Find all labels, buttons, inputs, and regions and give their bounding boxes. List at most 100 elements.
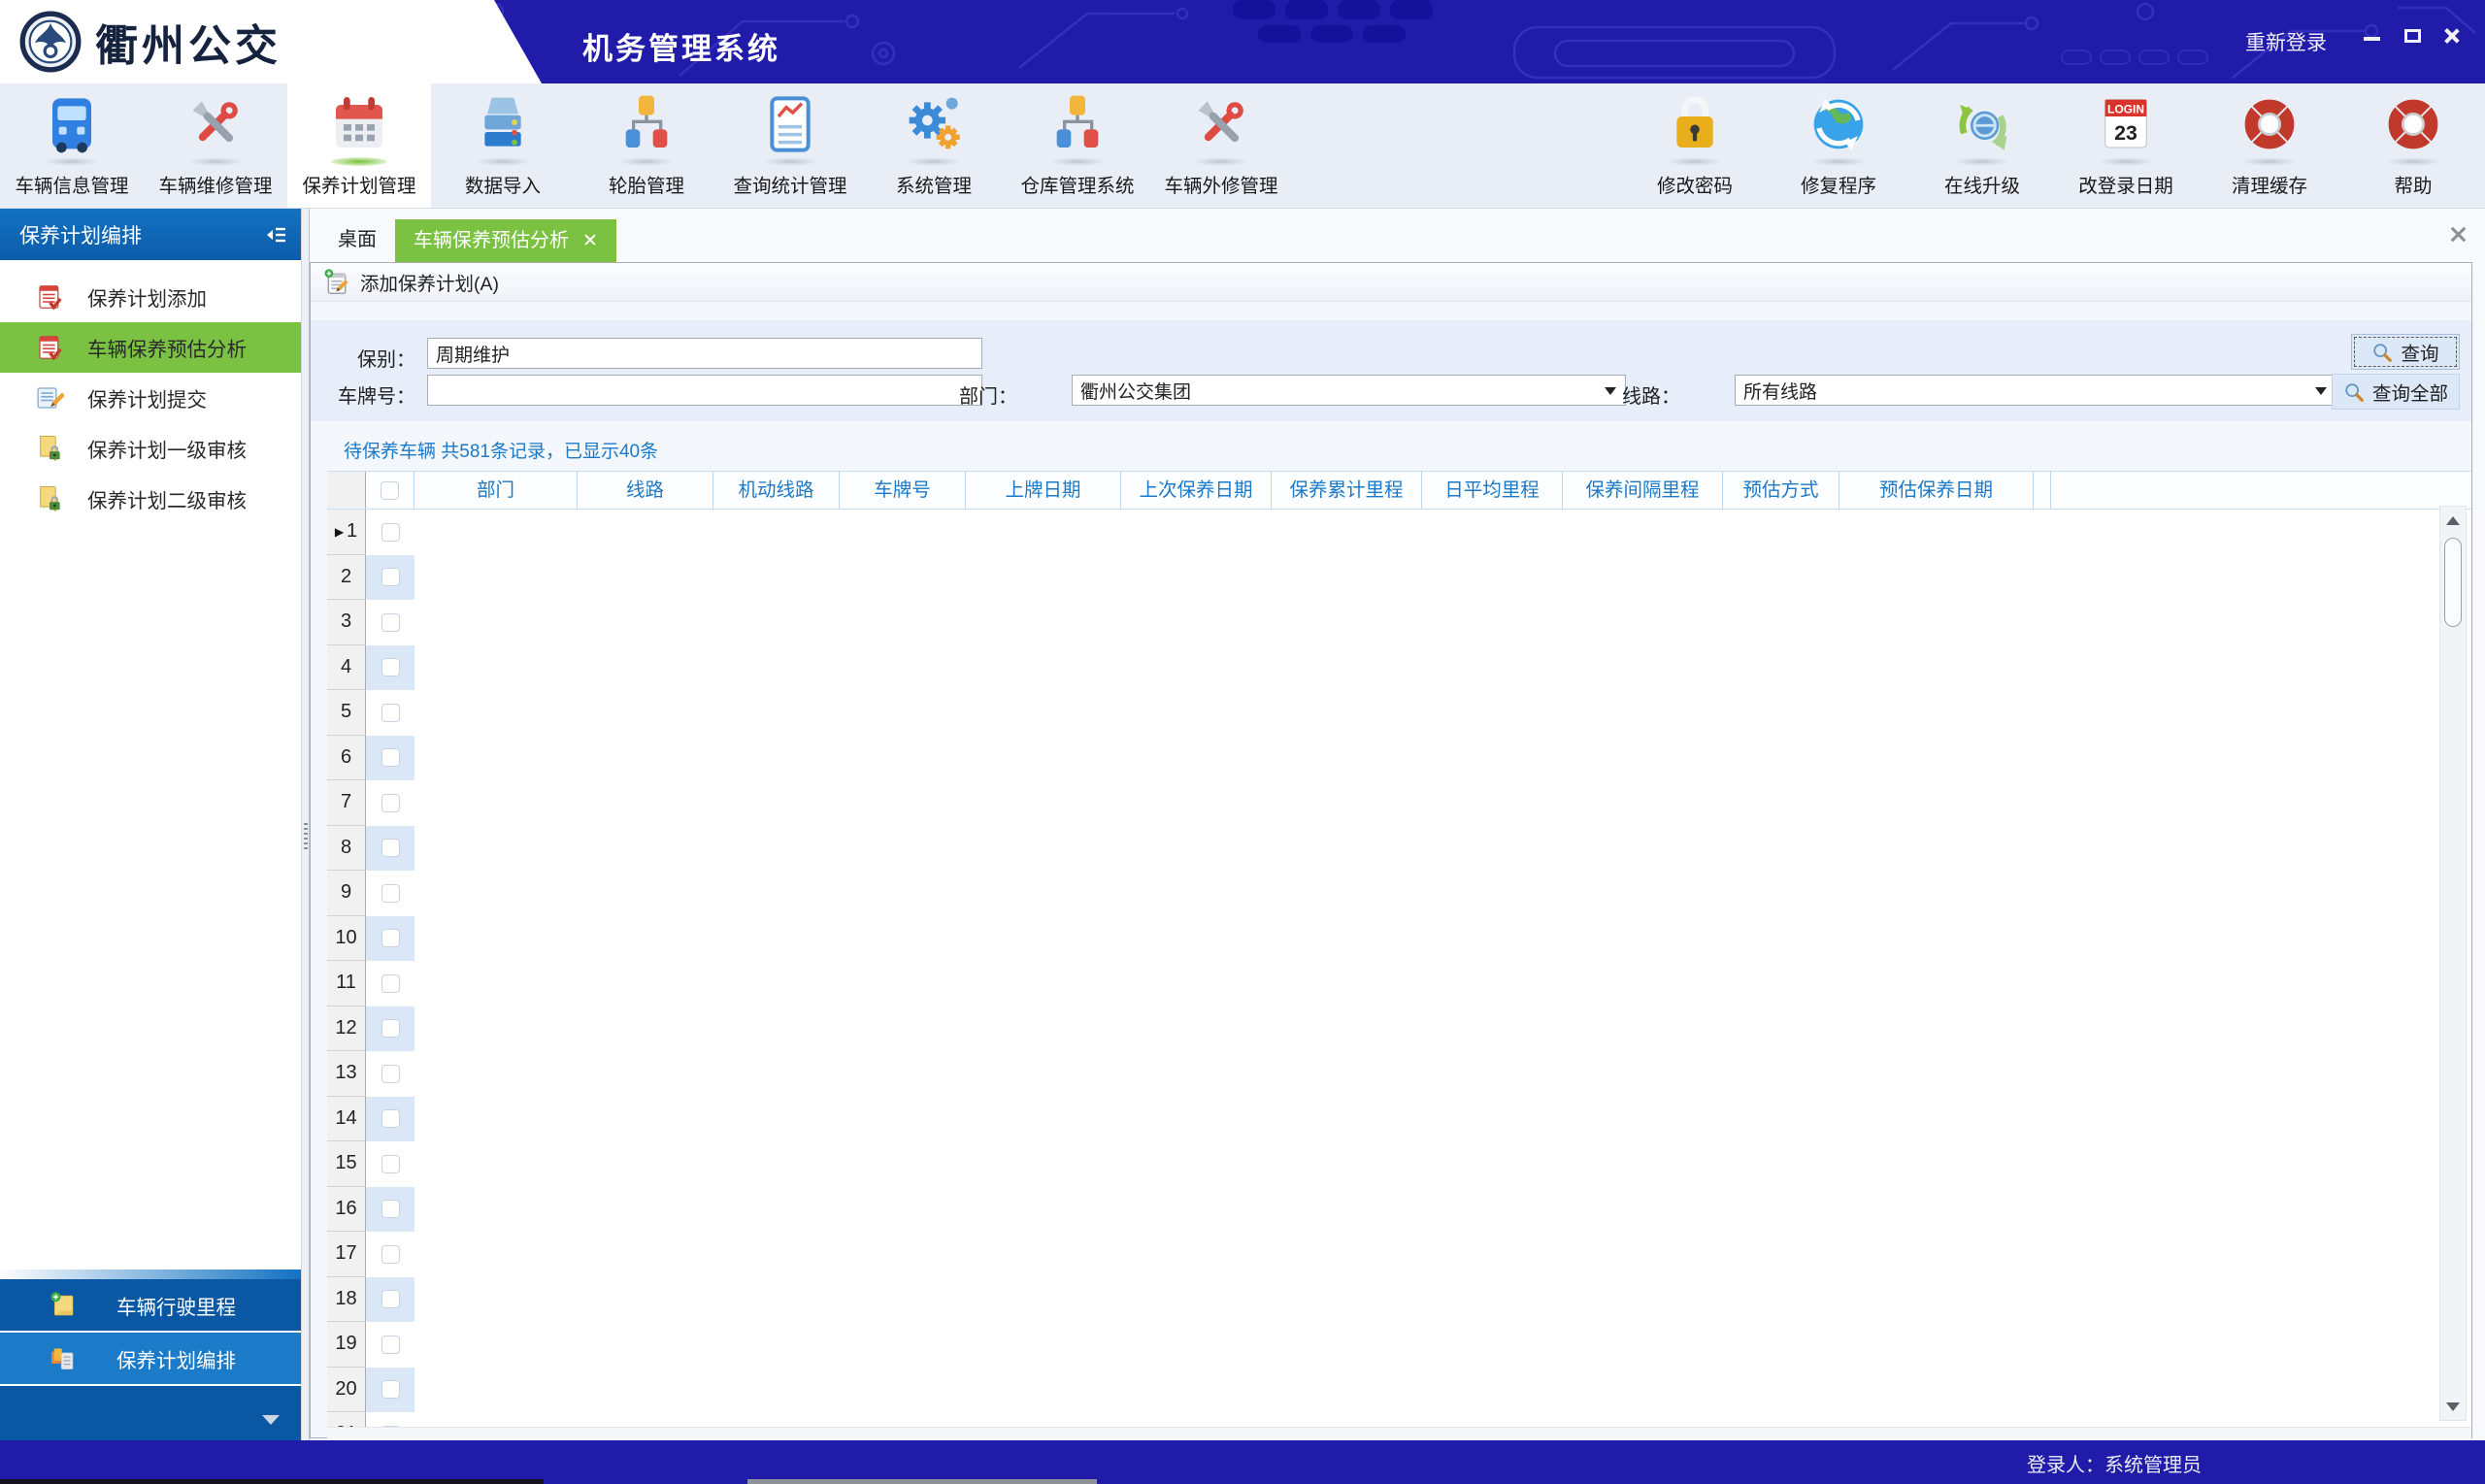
row-checkbox-cell[interactable] xyxy=(366,1051,414,1097)
row-checkbox[interactable] xyxy=(381,1019,400,1038)
row-checkbox[interactable] xyxy=(381,1426,400,1427)
row-checkbox[interactable] xyxy=(381,884,400,903)
maximize-button[interactable] xyxy=(2404,29,2421,43)
row-checkbox[interactable] xyxy=(381,1245,400,1264)
row-checkbox[interactable] xyxy=(381,974,400,993)
sidebar-bottom-item[interactable]: 车辆行驶里程 xyxy=(0,1279,301,1331)
tabstrip-close-icon[interactable] xyxy=(2448,224,2468,244)
row-checkbox-cell[interactable] xyxy=(366,1097,414,1142)
row-checkbox-cell[interactable] xyxy=(366,1006,414,1052)
column-header[interactable]: 预估方式 xyxy=(1723,472,1839,509)
column-header[interactable]: 日平均里程 xyxy=(1422,472,1563,509)
row-checkbox[interactable] xyxy=(381,568,400,586)
ribbon-item[interactable]: 仓库管理系统 xyxy=(1006,83,1149,208)
row-checkbox-cell[interactable] xyxy=(366,1412,414,1427)
plate-input[interactable] xyxy=(427,375,982,406)
row-checkbox-cell[interactable] xyxy=(366,871,414,916)
tab[interactable]: 桌面 xyxy=(319,219,395,260)
row-checkbox[interactable] xyxy=(381,523,400,542)
ribbon-item[interactable]: 清理缓存 xyxy=(2198,83,2341,208)
row-checkbox-cell[interactable] xyxy=(366,555,414,601)
row-checkbox[interactable] xyxy=(381,1065,400,1083)
ribbon-item[interactable]: 系统管理 xyxy=(862,83,1006,208)
row-checkbox-cell[interactable] xyxy=(366,1141,414,1187)
row-checkbox[interactable] xyxy=(381,658,400,676)
ribbon-item[interactable]: 在线升级 xyxy=(1910,83,2054,208)
ribbon-item[interactable]: 保养计划管理 xyxy=(287,83,431,208)
sidebar-bottom-item[interactable]: 保养计划编排 xyxy=(0,1333,301,1384)
ribbon-item[interactable]: 车辆外修管理 xyxy=(1149,83,1293,208)
sidebar-item[interactable]: 保养计划提交 xyxy=(0,373,301,423)
chevron-down-icon[interactable] xyxy=(262,1415,280,1425)
column-header[interactable]: 上牌日期 xyxy=(966,472,1121,509)
column-header[interactable]: 机动线路 xyxy=(713,472,840,509)
column-header[interactable]: 线路 xyxy=(578,472,713,509)
row-checkbox-cell[interactable] xyxy=(366,1187,414,1233)
row-checkbox-cell[interactable] xyxy=(366,510,414,555)
query-all-button[interactable]: 查询全部 xyxy=(2332,374,2460,410)
row-checkbox[interactable] xyxy=(381,1336,400,1354)
row-checkbox-cell[interactable] xyxy=(366,1368,414,1413)
tab-close-icon[interactable]: ✕ xyxy=(582,232,598,250)
column-header[interactable]: 保养累计里程 xyxy=(1272,472,1422,509)
row-checkbox[interactable] xyxy=(381,1380,400,1399)
dept-select[interactable]: 衢州公交集团 xyxy=(1072,375,1626,406)
row-checkbox[interactable] xyxy=(381,929,400,947)
collapse-icon[interactable] xyxy=(266,225,287,245)
horizontal-scrollbar-track[interactable] xyxy=(327,1427,2471,1441)
row-checkbox-cell[interactable] xyxy=(366,1322,414,1368)
row-checkbox-cell[interactable] xyxy=(366,645,414,691)
row-checkbox[interactable] xyxy=(381,748,400,767)
relogin-button[interactable]: 重新登录 xyxy=(2245,27,2327,56)
row-checkbox[interactable] xyxy=(381,704,400,722)
row-checkbox-cell[interactable] xyxy=(366,690,414,736)
add-plan-button[interactable]: 添加保养计划(A) xyxy=(322,268,499,297)
row-checkbox-cell[interactable] xyxy=(366,961,414,1006)
scroll-up-button[interactable] xyxy=(2440,507,2466,534)
row-checkbox-cell[interactable] xyxy=(366,600,414,645)
column-header[interactable]: 保养间隔里程 xyxy=(1563,472,1723,509)
ribbon-item[interactable]: 数据导入 xyxy=(431,83,575,208)
sidebar-item[interactable]: 保养计划一级审核 xyxy=(0,423,301,474)
baobie-input[interactable] xyxy=(427,338,982,369)
tab[interactable]: 车辆保养预估分析 ✕ xyxy=(395,219,616,262)
line-select[interactable]: 所有线路 xyxy=(1735,375,2336,406)
scroll-down-button[interactable] xyxy=(2440,1393,2466,1420)
select-all-checkbox[interactable] xyxy=(381,481,399,500)
row-checkbox-cell[interactable] xyxy=(366,780,414,826)
row-checkbox[interactable] xyxy=(381,839,400,857)
ribbon-item[interactable]: 帮助 xyxy=(2341,83,2485,208)
row-checkbox-cell[interactable] xyxy=(366,1232,414,1277)
row-checkbox-cell[interactable] xyxy=(366,736,414,781)
close-button[interactable] xyxy=(2443,29,2460,43)
column-header[interactable]: 预估保养日期 xyxy=(1839,472,2034,509)
sidebar-item[interactable]: 保养计划添加 xyxy=(0,272,301,322)
row-checkbox-cell[interactable] xyxy=(366,1277,414,1323)
row-checkbox[interactable] xyxy=(381,1200,400,1218)
ribbon-item[interactable]: 修改密码 xyxy=(1623,83,1767,208)
row-checkbox-cell[interactable] xyxy=(366,916,414,962)
row-checkbox[interactable] xyxy=(381,613,400,632)
ribbon-item[interactable]: 车辆维修管理 xyxy=(144,83,287,208)
row-checkbox[interactable] xyxy=(381,1290,400,1308)
ribbon-item[interactable]: LOGIN23 改登录日期 xyxy=(2054,83,2198,208)
row-checkbox[interactable] xyxy=(381,794,400,812)
column-header[interactable]: 上次保养日期 xyxy=(1121,472,1272,509)
ribbon-item[interactable]: 查询统计管理 xyxy=(718,83,862,208)
minimize-button[interactable] xyxy=(2364,37,2380,41)
row-checkbox-cell[interactable] xyxy=(366,826,414,872)
row-checkbox[interactable] xyxy=(381,1155,400,1173)
query-button[interactable]: 查询 xyxy=(2351,334,2460,370)
sidebar-item[interactable]: 车辆保养预估分析 xyxy=(0,322,301,373)
sidebar-splitter[interactable] xyxy=(301,209,310,1440)
column-header[interactable]: 部门 xyxy=(414,472,578,509)
sidebar-item[interactable]: 保养计划二级审核 xyxy=(0,474,301,524)
column-header[interactable]: 车牌号 xyxy=(840,472,966,509)
sidebar-group-header[interactable]: 保养计划编排 xyxy=(0,209,301,260)
vertical-scrollbar[interactable] xyxy=(2439,506,2467,1421)
scrollbar-thumb[interactable] xyxy=(2444,538,2462,627)
ribbon-item[interactable]: 轮胎管理 xyxy=(575,83,718,208)
ribbon-item[interactable]: 修复程序 xyxy=(1767,83,1910,208)
ribbon-item[interactable]: 车辆信息管理 xyxy=(0,83,144,208)
row-checkbox[interactable] xyxy=(381,1109,400,1128)
